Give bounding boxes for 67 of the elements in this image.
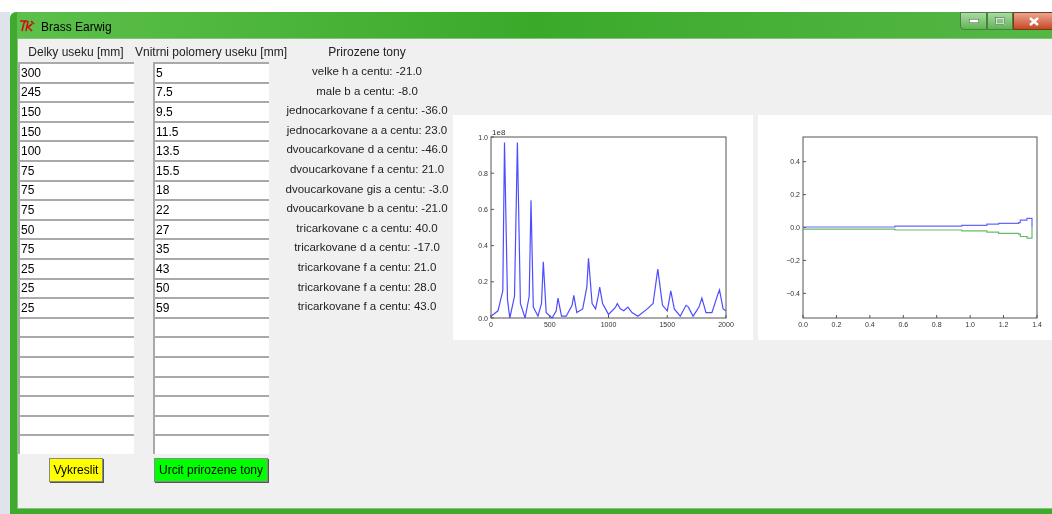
input-field[interactable]: 15.5 [153, 159, 269, 180]
tone-label: male b a centu: -8.0 [316, 83, 418, 99]
input-field[interactable] [18, 355, 134, 376]
action-button[interactable]: Vykreslit [48, 457, 104, 482]
tone-label: velke h a centu: -21.0 [312, 64, 422, 79]
input-field[interactable] [153, 355, 269, 376]
input-field[interactable]: 59 [153, 297, 269, 317]
input-field[interactable]: 35 [153, 238, 269, 258]
close-icon [1028, 16, 1039, 26]
column-heading: Vnitrni polomery useku [mm] [134, 44, 288, 61]
action-button[interactable]: Urcit prirozene tony [153, 457, 268, 482]
tone-label: tricarkovane f a centu: 28.0 [297, 279, 437, 295]
tone-label: tricarkovane f a centu: 43.0 [297, 299, 437, 315]
input-field[interactable]: 75 [18, 179, 134, 200]
input-field[interactable] [18, 434, 134, 454]
input-field[interactable]: 7.5 [153, 81, 269, 102]
input-field[interactable]: 13.5 [153, 140, 269, 160]
tone-label: dvoucarkovane d a centu: -46.0 [286, 142, 448, 158]
minimize-icon [968, 19, 979, 23]
input-field[interactable]: 245 [18, 81, 134, 102]
axis-offset-label: 1e8 [492, 128, 506, 137]
input-field[interactable]: 300 [18, 62, 134, 82]
input-field[interactable] [153, 434, 269, 454]
input-field[interactable]: 5 [153, 62, 269, 82]
maximize-button[interactable] [987, 12, 1013, 30]
input-field[interactable] [153, 316, 269, 337]
input-field[interactable]: 27 [153, 218, 269, 239]
input-field[interactable] [18, 375, 134, 396]
input-field[interactable]: 50 [18, 218, 134, 239]
input-field[interactable]: 25 [18, 277, 134, 298]
input-field[interactable] [18, 316, 134, 337]
close-button[interactable] [1013, 12, 1052, 30]
input-field[interactable]: 150 [18, 101, 134, 121]
input-field[interactable]: 18 [153, 179, 269, 200]
tone-label: jednocarkovane f a centu: -36.0 [286, 103, 448, 119]
input-field[interactable] [18, 414, 134, 435]
input-field[interactable]: 9.5 [153, 101, 269, 121]
input-field[interactable] [153, 414, 269, 435]
input-field[interactable]: 50 [153, 277, 269, 298]
input-field[interactable]: 150 [18, 120, 134, 141]
input-field[interactable] [18, 336, 134, 356]
input-field[interactable]: 25 [18, 257, 134, 278]
input-field[interactable] [18, 395, 134, 415]
column-heading: Delky useku [mm] [28, 44, 124, 61]
tone-label: tricarkovane d a centu: -17.0 [294, 240, 440, 256]
tone-label: dvoucarkovane b a centu: -21.0 [286, 201, 448, 217]
input-field[interactable]: 22 [153, 199, 269, 219]
input-field[interactable]: 43 [153, 257, 269, 278]
tone-label: tricarkovane c a centu: 40.0 [296, 220, 438, 236]
tone-label: tricarkovane f a centu: 21.0 [297, 259, 437, 275]
input-field[interactable] [153, 375, 269, 396]
input-field[interactable]: 75 [18, 159, 134, 180]
tones-heading: Prirozene tony [328, 44, 406, 61]
input-field[interactable]: 25 [18, 297, 134, 317]
input-field[interactable] [153, 336, 269, 356]
input-field[interactable]: 75 [18, 199, 134, 219]
app-logo-icon [19, 20, 35, 32]
minimize-button[interactable] [960, 12, 987, 30]
maximize-icon [995, 17, 1005, 25]
input-field[interactable]: 100 [18, 140, 134, 160]
input-field[interactable]: 75 [18, 238, 134, 258]
tone-label: dvoucarkovane f a centu: 21.0 [289, 161, 445, 177]
window-title: Brass Earwig [41, 19, 112, 36]
tone-label: dvoucarkovane gis a centu: -3.0 [285, 181, 449, 197]
tone-label: jednocarkovane a a centu: 23.0 [286, 122, 448, 138]
input-field[interactable] [153, 395, 269, 415]
input-field[interactable]: 11.5 [153, 120, 269, 141]
